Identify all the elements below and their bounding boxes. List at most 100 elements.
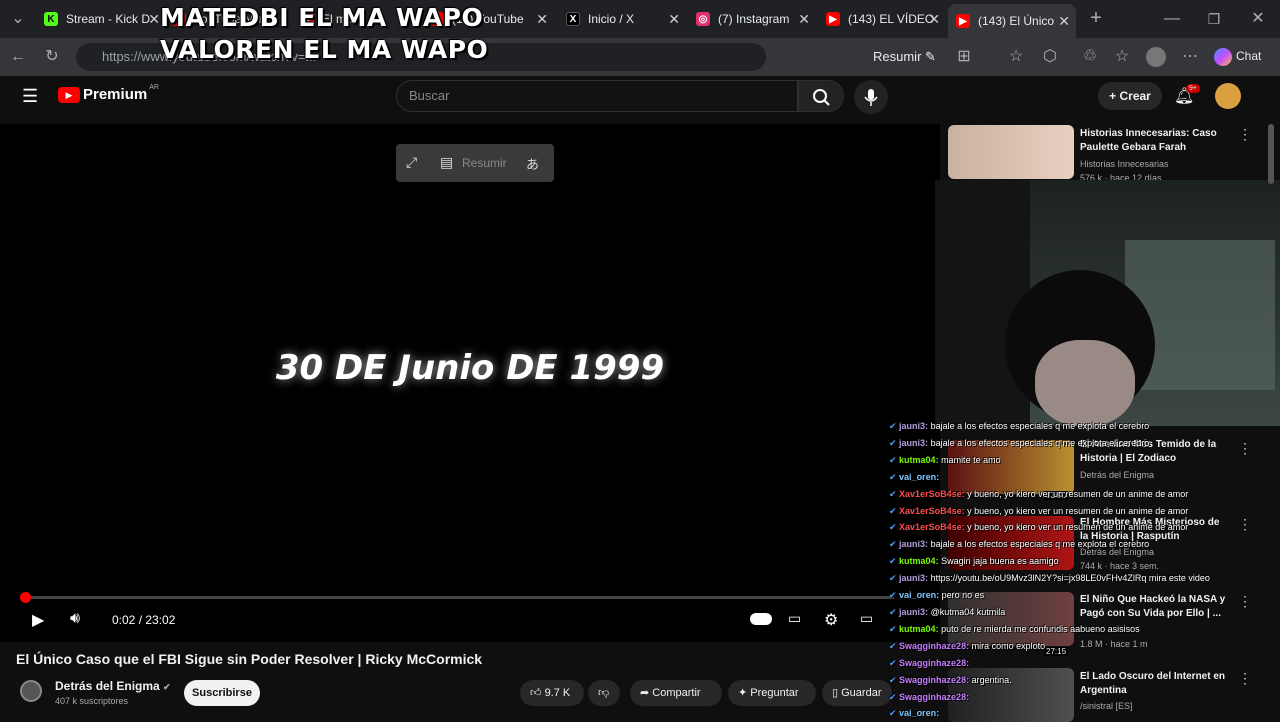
search-button[interactable] bbox=[798, 80, 844, 112]
hamburger-menu-icon[interactable]: ☰ bbox=[22, 86, 38, 107]
share-button[interactable]: ➦ Compartir bbox=[630, 680, 722, 706]
extensions-icon[interactable]: ⬡ bbox=[1040, 47, 1060, 67]
resumir-label: Resumir bbox=[873, 49, 922, 64]
close-tab-icon[interactable]: ✕ bbox=[798, 11, 810, 28]
resumir-button[interactable]: Resumir ✎ bbox=[873, 49, 936, 65]
more-menu-icon[interactable]: ⋯ bbox=[1180, 47, 1200, 67]
create-button[interactable]: + Crear bbox=[1098, 82, 1162, 110]
more-options-icon[interactable]: ⋮ bbox=[1238, 670, 1252, 687]
progress-bar[interactable] bbox=[20, 592, 894, 603]
x-logo-icon: X bbox=[566, 12, 580, 26]
minimize-icon[interactable]: — bbox=[1162, 9, 1182, 29]
like-button[interactable]: 👍︎ 9.7 K bbox=[520, 680, 584, 706]
play-icon[interactable]: ▶ bbox=[32, 610, 44, 630]
dislike-button[interactable]: 👎︎ bbox=[588, 680, 620, 706]
instagram-icon: ◎ bbox=[696, 12, 710, 26]
theater-mode-icon[interactable]: ▭ bbox=[860, 610, 873, 627]
channel-name[interactable]: Detrás del Enigma ✔ bbox=[55, 679, 171, 693]
recommended-thumbnail[interactable] bbox=[948, 125, 1074, 179]
close-tab-icon[interactable]: ✕ bbox=[668, 11, 680, 28]
video-player[interactable]: 30 DE Junio DE 1999 ⤢ ▤ Resumir あ ▶ 🔊︎ 0… bbox=[0, 124, 940, 642]
account-avatar[interactable] bbox=[1215, 83, 1241, 109]
chat-text: bajale a los efectos especiales q me exp… bbox=[928, 421, 1150, 431]
progress-scrubber[interactable] bbox=[20, 592, 32, 603]
chat-username: Xav1erSoB4se: bbox=[899, 522, 965, 533]
subtitles-icon[interactable]: ▭ bbox=[788, 610, 801, 627]
recommended-title[interactable]: Historias Innecesarias: Caso Paulette Ge… bbox=[1080, 127, 1230, 155]
copilot-chat-button[interactable]: Chat bbox=[1214, 48, 1261, 66]
profile-avatar[interactable] bbox=[1146, 47, 1166, 67]
chat-message: ✔ vai_oren: pero no es bbox=[889, 587, 1229, 604]
chat-text: y bueno, yo kiero ver un resumen de un a… bbox=[964, 488, 1189, 499]
tab-x[interactable]: X Inicio / X ✕ bbox=[566, 6, 680, 32]
chat-message: ✔ Xav1erSoB4se: y bueno, yo kiero ver un… bbox=[889, 503, 1229, 520]
chat-username: Swagginhaze28: bbox=[899, 657, 970, 668]
more-options-icon[interactable]: ⋮ bbox=[1238, 440, 1252, 457]
chat-text: bajale a los efectos especiales q me exp… bbox=[928, 539, 1150, 550]
chat-username: kutma04: bbox=[899, 623, 939, 634]
back-icon[interactable]: ← bbox=[8, 47, 28, 67]
reload-icon[interactable]: ↻ bbox=[42, 47, 62, 67]
chat-badge-icon: ✔ bbox=[889, 590, 900, 601]
recommended-channel[interactable]: Historias Innecesarias bbox=[1080, 159, 1169, 169]
translate-icon[interactable]: あ bbox=[526, 154, 539, 173]
toolbar-resumir-label[interactable]: Resumir bbox=[462, 156, 507, 170]
chat-badge-icon: ✔ bbox=[889, 606, 900, 617]
chat-text: argentina. bbox=[969, 674, 1012, 685]
restore-icon[interactable]: ❐ bbox=[1204, 9, 1224, 29]
tab-stream-kick[interactable]: K Stream - Kick D ✕ bbox=[44, 6, 160, 32]
close-tab-icon[interactable]: ✕ bbox=[1058, 13, 1070, 30]
overlay-line-2: VALOREN EL MA WAPO bbox=[160, 35, 489, 64]
tab-label: (143) El Único bbox=[978, 14, 1055, 28]
chat-username: kutma04: bbox=[899, 454, 939, 465]
chat-message: ✔ Swagginhaze28: argentina. bbox=[889, 672, 1229, 689]
performance-icon[interactable]: ♲ bbox=[1080, 47, 1100, 67]
subscribe-button[interactable]: Suscribirse bbox=[184, 680, 260, 706]
more-options-icon[interactable]: ⋮ bbox=[1238, 126, 1252, 143]
youtube-premium-logo[interactable]: ▶ Premium AR bbox=[58, 84, 159, 103]
favorites-icon[interactable]: ☆ bbox=[1112, 47, 1132, 67]
search-input[interactable]: Buscar bbox=[396, 80, 798, 112]
webcam-dark-region bbox=[935, 180, 1030, 426]
new-tab-icon[interactable]: + bbox=[1086, 8, 1106, 28]
floating-summarize-toolbar: ⤢ ▤ Resumir あ bbox=[396, 144, 554, 182]
ask-button[interactable]: ✦ Preguntar bbox=[728, 680, 816, 706]
chat-text: mira como exploto bbox=[969, 640, 1046, 651]
autoplay-toggle[interactable] bbox=[750, 613, 772, 625]
chat-badge-icon: ✔ bbox=[889, 505, 900, 516]
more-options-icon[interactable]: ⋮ bbox=[1238, 593, 1252, 610]
tab-list-icon[interactable]: ⌄ bbox=[8, 9, 28, 29]
volume-icon[interactable]: 🔊︎ bbox=[70, 610, 80, 628]
document-icon[interactable]: ▤ bbox=[440, 154, 453, 171]
chat-message: ✔ jauni3: bajale a los efectos especiale… bbox=[889, 418, 1229, 435]
chat-message: ✔ jauni3: @kutma04 kutmila bbox=[889, 604, 1229, 621]
webcam-overlay bbox=[935, 180, 1280, 426]
more-options-icon[interactable]: ⋮ bbox=[1238, 516, 1252, 533]
tab-el-video[interactable]: ▶ (143) EL VÍDEO ✕ bbox=[826, 6, 940, 32]
settings-gear-icon[interactable]: ⚙ bbox=[824, 610, 838, 630]
favorite-star-icon[interactable]: ☆ bbox=[1006, 47, 1026, 67]
voice-search-button[interactable] bbox=[854, 80, 888, 114]
close-tab-icon[interactable]: ✕ bbox=[536, 11, 548, 28]
split-view-icon[interactable]: ⊞ bbox=[954, 47, 974, 67]
chat-username: jauni3: bbox=[899, 421, 929, 431]
tab-label: (143) EL VÍDEO bbox=[848, 12, 935, 26]
close-tab-icon[interactable]: ✕ bbox=[148, 11, 160, 28]
expand-icon[interactable]: ⤢ bbox=[406, 154, 417, 171]
close-tab-icon[interactable]: ✕ bbox=[928, 11, 940, 28]
save-button[interactable]: ▯ Guardar bbox=[822, 680, 892, 706]
chat-username: jauni3: bbox=[899, 437, 929, 448]
chat-message: ✔ Swagginhaze28: bbox=[889, 655, 1229, 672]
tab-el-unico-active[interactable]: ▶ (143) El Único ✕ bbox=[948, 4, 1076, 38]
close-window-icon[interactable]: ✕ bbox=[1248, 9, 1268, 29]
tab-instagram[interactable]: ◎ (7) Instagram ✕ bbox=[696, 6, 810, 32]
channel-avatar[interactable] bbox=[20, 680, 42, 702]
share-icon: ➦ bbox=[640, 687, 650, 699]
chat-message: ✔ Xav1erSoB4se: y bueno, yo kiero ver un… bbox=[889, 486, 1229, 503]
chat-username: Xav1erSoB4se: bbox=[899, 488, 965, 499]
youtube-icon: ▶ bbox=[826, 12, 840, 26]
chat-text: bajale a los efectos especiales q me exp… bbox=[928, 437, 1150, 448]
chat-text: https://youtu.be/oU9Mvz3lN2Y?si=jx98LE0v… bbox=[928, 573, 1210, 584]
sidebar-scrollbar[interactable] bbox=[1268, 124, 1274, 184]
chat-text: mamite te amo bbox=[938, 454, 1001, 465]
